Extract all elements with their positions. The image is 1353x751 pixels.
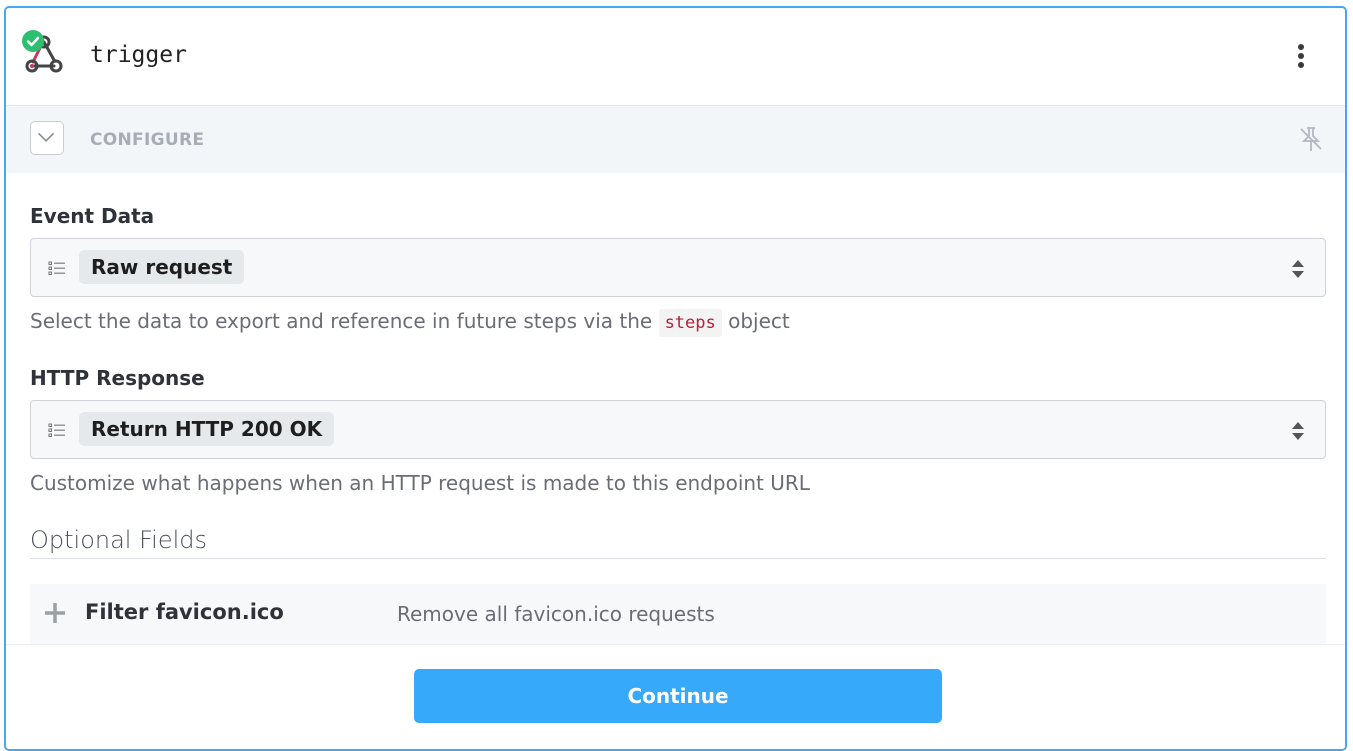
http-response-label: HTTP Response bbox=[30, 366, 205, 390]
event-data-select[interactable]: Raw request bbox=[30, 238, 1326, 297]
unpin-icon[interactable] bbox=[1297, 125, 1325, 153]
plus-icon[interactable] bbox=[44, 602, 66, 624]
steps-code: steps bbox=[658, 309, 722, 337]
success-check-icon bbox=[22, 30, 44, 52]
optional-field-name: Filter favicon.ico bbox=[85, 600, 284, 624]
select-arrows-icon bbox=[1292, 422, 1304, 440]
optional-field-row[interactable]: Filter favicon.ico Remove all favicon.ic… bbox=[30, 584, 1326, 646]
http-response-help: Customize what happens when an HTTP requ… bbox=[30, 471, 810, 495]
event-data-selected: Raw request bbox=[79, 250, 245, 284]
event-data-help: Select the data to export and reference … bbox=[30, 309, 790, 337]
continue-button[interactable]: Continue bbox=[414, 669, 942, 723]
chevron-down-icon bbox=[37, 132, 55, 143]
step-header[interactable]: trigger bbox=[6, 8, 1345, 106]
configure-label: CONFIGURE bbox=[90, 130, 205, 150]
select-arrows-icon bbox=[1292, 260, 1304, 278]
list-icon bbox=[48, 261, 65, 275]
more-options-icon[interactable] bbox=[1295, 44, 1307, 74]
configure-bar[interactable]: CONFIGURE bbox=[6, 106, 1345, 173]
optional-fields-title: Optional Fields bbox=[30, 526, 1326, 559]
http-response-select[interactable]: Return HTTP 200 OK bbox=[30, 400, 1326, 459]
collapse-toggle-button[interactable] bbox=[30, 121, 64, 155]
http-response-selected: Return HTTP 200 OK bbox=[79, 412, 335, 446]
event-data-label: Event Data bbox=[30, 204, 155, 228]
list-icon bbox=[48, 423, 65, 437]
step-title: trigger bbox=[90, 42, 187, 68]
optional-field-description: Remove all favicon.ico requests bbox=[397, 602, 715, 626]
trigger-step-panel: trigger CONFIGURE Event Data Raw request… bbox=[4, 6, 1347, 751]
footer: Continue bbox=[6, 644, 1345, 749]
